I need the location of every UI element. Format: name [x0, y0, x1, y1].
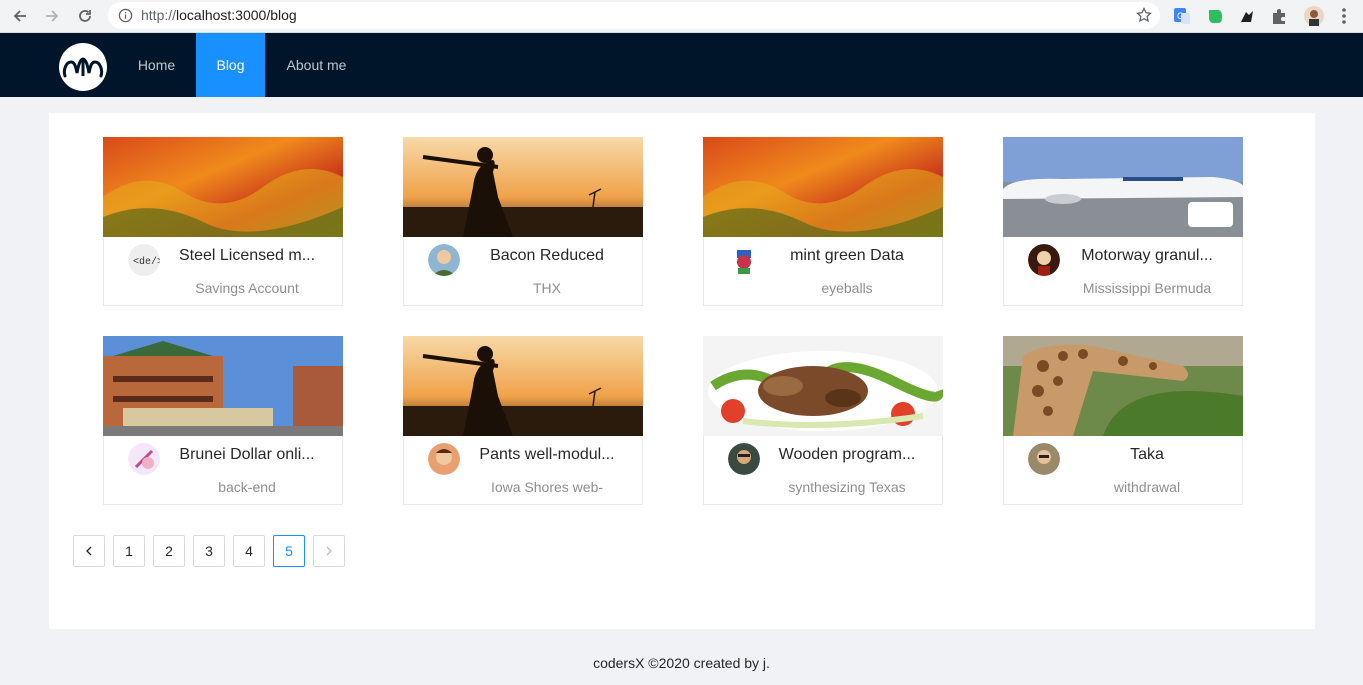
- author-avatar: [128, 443, 160, 475]
- info-icon[interactable]: [118, 8, 133, 28]
- page-footer: codersX ©2020 created by j.: [593, 655, 770, 671]
- browser-toolbar: http://localhost:3000/blog G: [0, 0, 1363, 33]
- post-title[interactable]: Wooden program...: [774, 446, 920, 464]
- post-title[interactable]: Taka: [1074, 446, 1220, 464]
- author-avatar: [428, 443, 460, 475]
- reload-icon[interactable]: [73, 4, 97, 28]
- post-card[interactable]: Pants well-modul... Iowa Shores web-: [403, 336, 643, 505]
- post-cover-image: [703, 137, 943, 237]
- post-description: THX: [533, 280, 561, 296]
- svg-text:<de/>: <de/>: [133, 256, 160, 268]
- author-avatar: [1028, 443, 1060, 475]
- url-text: http://localhost:3000/blog: [141, 7, 297, 23]
- post-card[interactable]: Brunei Dollar onli... back-end: [103, 336, 343, 505]
- nav-about-me[interactable]: About me: [269, 33, 364, 97]
- bookmark-star-icon[interactable]: [1136, 6, 1152, 28]
- post-title[interactable]: mint green Data: [774, 247, 920, 265]
- post-description: eyeballs: [821, 280, 873, 296]
- author-avatar: [728, 244, 760, 276]
- author-avatar: <de/>: [128, 244, 160, 276]
- translate-extension-icon[interactable]: G: [1171, 5, 1193, 27]
- post-card[interactable]: Taka withdrawal: [1003, 336, 1243, 505]
- post-cover-image: [1003, 137, 1243, 237]
- puzzle-extensions-icon[interactable]: [1268, 5, 1290, 27]
- site-logo[interactable]: [59, 43, 107, 91]
- author-avatar: [728, 443, 760, 475]
- post-title[interactable]: Steel Licensed m...: [174, 247, 320, 265]
- url-path: localhost:3000/blog: [176, 7, 297, 23]
- bird-extension-icon[interactable]: [1236, 5, 1258, 27]
- pagination-page-3[interactable]: 3: [193, 535, 225, 567]
- post-title[interactable]: Brunei Dollar onli...: [174, 446, 320, 464]
- forward-arrow-icon[interactable]: [40, 4, 64, 28]
- pagination-page-1[interactable]: 1: [113, 535, 145, 567]
- author-avatar: [428, 244, 460, 276]
- profile-avatar-icon[interactable]: [1303, 5, 1325, 27]
- post-card[interactable]: mint green Data eyeballs: [703, 137, 943, 306]
- back-arrow-icon[interactable]: [8, 4, 32, 28]
- post-description: Iowa Shores web-: [490, 479, 604, 495]
- pagination-page-5[interactable]: 5: [273, 535, 305, 567]
- post-description: Savings Account: [195, 280, 299, 296]
- post-description: synthesizing Texas: [788, 479, 906, 495]
- post-cover-image: [103, 336, 343, 436]
- chevron-left-icon: [84, 543, 94, 559]
- post-cover-image: [403, 336, 643, 436]
- evernote-extension-icon[interactable]: [1204, 5, 1226, 27]
- app-header: Home Blog About me: [0, 33, 1363, 97]
- post-title[interactable]: Motorway granul...: [1074, 247, 1220, 265]
- chevron-right-icon: [324, 543, 334, 559]
- url-scheme: http://: [141, 7, 177, 23]
- blog-content: <de/> Steel Licensed m... Savings Accoun…: [49, 113, 1315, 629]
- post-cover-image: [703, 336, 943, 436]
- post-description: Mississippi Bermuda: [1082, 280, 1212, 296]
- post-card[interactable]: <de/> Steel Licensed m... Savings Accoun…: [103, 137, 343, 306]
- nav-home[interactable]: Home: [121, 33, 192, 97]
- address-bar[interactable]: http://localhost:3000/blog: [108, 2, 1160, 29]
- post-cover-image: [103, 137, 343, 237]
- post-card[interactable]: Wooden program... synthesizing Texas: [703, 336, 943, 505]
- pagination-prev-button[interactable]: [73, 535, 105, 567]
- post-description: withdrawal: [1113, 479, 1181, 495]
- post-card[interactable]: Motorway granul... Mississippi Bermuda: [1003, 137, 1243, 306]
- post-title[interactable]: Bacon Reduced: [474, 247, 620, 265]
- author-avatar: [1028, 244, 1060, 276]
- post-cover-image: [403, 137, 643, 237]
- post-cover-image: [1003, 336, 1243, 436]
- nav-blog[interactable]: Blog: [196, 33, 265, 97]
- pagination-page-4[interactable]: 4: [233, 535, 265, 567]
- pagination-page-2[interactable]: 2: [153, 535, 185, 567]
- post-title[interactable]: Pants well-modul...: [474, 446, 620, 464]
- more-vertical-icon[interactable]: [1333, 5, 1355, 27]
- pagination-next-button[interactable]: [313, 535, 345, 567]
- post-card[interactable]: Bacon Reduced THX: [403, 137, 643, 306]
- post-description: back-end: [218, 479, 276, 495]
